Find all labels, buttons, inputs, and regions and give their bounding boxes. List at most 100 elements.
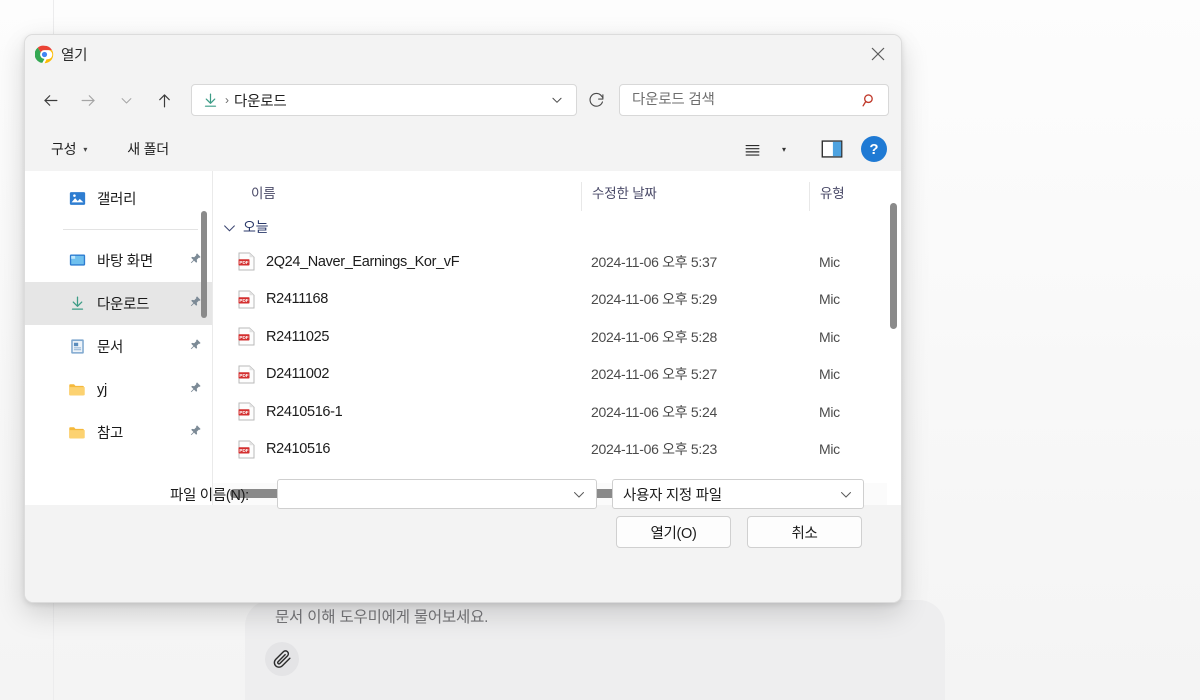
refresh-icon[interactable] xyxy=(579,84,613,116)
filename-label: 파일 이름(N): xyxy=(170,488,249,504)
up-arrow-icon[interactable] xyxy=(145,83,183,117)
breadcrumb-separator: › xyxy=(225,93,229,107)
downloads-arrow-icon xyxy=(204,93,217,107)
sidebar-item-label: 바탕 화면 xyxy=(97,254,153,270)
cancel-button[interactable]: 취소 xyxy=(747,516,862,548)
svg-text:PDF: PDF xyxy=(239,410,248,415)
file-date: 2024-11-06 오후 5:24 xyxy=(591,403,717,420)
new-folder-button[interactable]: 새 폴더 xyxy=(117,134,179,164)
preview-pane-icon[interactable] xyxy=(815,134,849,164)
column-header-date-modified[interactable]: 수정한 날짜 xyxy=(581,182,809,211)
sidebar-scrollbar[interactable] xyxy=(199,171,209,505)
file-name: R2411025 xyxy=(266,328,330,345)
column-header-name[interactable]: 이름 xyxy=(213,182,581,211)
open-button[interactable]: 열기(O) xyxy=(616,516,731,548)
svg-text:PDF: PDF xyxy=(239,373,248,378)
file-rows-container: 오늘 PDF 2Q24_Naver_Earnings_Kor_vF 2024-1… xyxy=(213,211,901,505)
sidebar-item-label: 참고 xyxy=(97,426,124,442)
file-name-cell: PDF R2410516-1 xyxy=(213,402,581,421)
sidebar-item-downloads[interactable]: 다운로드 xyxy=(25,282,212,325)
help-button[interactable]: ? xyxy=(861,136,887,162)
pdf-file-icon: PDF xyxy=(238,440,255,459)
sidebar-item-reference[interactable]: 참고 xyxy=(25,411,212,454)
search-icon[interactable] xyxy=(861,92,878,109)
sidebar-item-label: 갤러리 xyxy=(97,192,137,208)
sidebar-item-yj[interactable]: yj xyxy=(25,368,212,411)
chat-placeholder-text: 문서 이해 도우미에게 물어보세요. xyxy=(275,609,489,626)
svg-text:PDF: PDF xyxy=(239,298,248,303)
forward-arrow-icon[interactable] xyxy=(69,83,107,117)
chevron-down-icon[interactable] xyxy=(223,223,236,232)
filename-input[interactable] xyxy=(278,486,568,502)
filename-combobox[interactable] xyxy=(277,479,597,509)
close-button[interactable] xyxy=(855,35,901,73)
group-header-today[interactable]: 오늘 xyxy=(213,211,901,243)
vertical-scrollbar[interactable] xyxy=(887,203,901,481)
chevron-down-icon[interactable] xyxy=(568,490,590,498)
navigation-sidebar: 갤러리 바탕 화면 다운로드 문서 yj 참고 xyxy=(25,171,212,505)
sidebar-scrollbar-thumb[interactable] xyxy=(201,211,207,318)
file-name: R2411168 xyxy=(266,291,328,308)
gallery-icon xyxy=(67,189,87,209)
table-row[interactable]: PDF 2Q24_Naver_Earnings_Kor_vF 2024-11-0… xyxy=(213,243,901,281)
sidebar-item-gallery[interactable]: 갤러리 xyxy=(25,177,212,220)
help-label: ? xyxy=(869,140,879,158)
dialog-body: 갤러리 바탕 화면 다운로드 문서 yj 참고 이름 수정한 날짜 유형 오늘 … xyxy=(25,171,901,505)
pdf-file-icon: PDF xyxy=(238,252,255,271)
recent-locations-chevron-down-icon[interactable] xyxy=(107,83,145,117)
navigation-bar: › 다운로드 xyxy=(25,73,901,127)
downloads-icon xyxy=(67,294,87,314)
file-name-cell: PDF R2410516 xyxy=(213,440,581,459)
file-type-filter-combobox[interactable]: 사용자 지정 파일 xyxy=(612,479,864,509)
file-name: R2410516-1 xyxy=(266,403,343,420)
breadcrumb-chevron-down-icon[interactable] xyxy=(544,87,570,113)
table-row[interactable]: PDF R2411025 2024-11-06 오후 5:28 Mic xyxy=(213,318,901,356)
desktop-icon xyxy=(67,251,87,271)
chrome-icon xyxy=(35,45,54,63)
file-date: 2024-11-06 오후 5:37 xyxy=(591,253,717,270)
table-row[interactable]: PDF R2410516 2024-11-06 오후 5:23 Mic xyxy=(213,431,901,469)
sidebar-item-label: 문서 xyxy=(97,340,124,356)
svg-text:PDF: PDF xyxy=(239,448,248,453)
search-box[interactable] xyxy=(619,84,889,116)
svg-text:PDF: PDF xyxy=(239,260,248,265)
file-list-pane: 이름 수정한 날짜 유형 오늘 PDF 2Q24_Naver_Earnings_… xyxy=(212,171,901,505)
paperclip-icon[interactable] xyxy=(265,642,299,676)
chevron-down-icon[interactable] xyxy=(835,490,857,498)
vertical-scrollbar-thumb[interactable] xyxy=(890,203,897,329)
dialog-title: 열기 xyxy=(61,47,88,64)
column-headers: 이름 수정한 날짜 유형 xyxy=(213,171,901,211)
sidebar-divider xyxy=(63,229,198,230)
sidebar-item-desktop[interactable]: 바탕 화면 xyxy=(25,239,212,282)
view-chevron-down-icon[interactable]: ▾ xyxy=(775,134,793,164)
pdf-file-icon: PDF xyxy=(238,290,255,309)
file-date: 2024-11-06 오후 5:27 xyxy=(591,366,717,383)
dialog-title-bar: 열기 xyxy=(25,35,901,73)
pdf-file-icon: PDF xyxy=(238,365,255,384)
folder-icon xyxy=(67,423,87,443)
organize-label: 구성 xyxy=(51,141,77,157)
folder-icon xyxy=(67,380,87,400)
chevron-down-icon: ▾ xyxy=(83,144,88,154)
table-row[interactable]: PDF D2411002 2024-11-06 오후 5:27 Mic xyxy=(213,356,901,394)
sidebar-item-label: 다운로드 xyxy=(97,297,150,313)
file-name: D2411002 xyxy=(266,366,330,383)
search-input[interactable] xyxy=(632,92,861,108)
documents-icon xyxy=(67,337,87,357)
file-name-cell: PDF R2411168 xyxy=(213,290,581,309)
organize-button[interactable]: 구성 ▾ xyxy=(41,134,97,164)
file-name-cell: PDF 2Q24_Naver_Earnings_Kor_vF xyxy=(213,252,581,271)
back-arrow-icon[interactable] xyxy=(31,83,69,117)
address-breadcrumb-bar[interactable]: › 다운로드 xyxy=(191,84,577,116)
sidebar-item-documents[interactable]: 문서 xyxy=(25,325,212,368)
view-list-icon[interactable] xyxy=(735,134,769,164)
table-row[interactable]: PDF R2411168 2024-11-06 오후 5:29 Mic xyxy=(213,281,901,319)
file-name-cell: PDF D2411002 xyxy=(213,365,581,384)
pdf-file-icon: PDF xyxy=(238,402,255,421)
file-date: 2024-11-06 오후 5:23 xyxy=(591,441,717,458)
file-type-filter-value: 사용자 지정 파일 xyxy=(623,487,722,504)
breadcrumb-current-folder[interactable]: 다운로드 xyxy=(234,90,287,111)
table-row[interactable]: PDF R2410516-1 2024-11-06 오후 5:24 Mic xyxy=(213,393,901,431)
file-name: 2Q24_Naver_Earnings_Kor_vF xyxy=(266,253,460,270)
command-bar: 구성 ▾ 새 폴더 ▾ ? xyxy=(25,127,901,171)
